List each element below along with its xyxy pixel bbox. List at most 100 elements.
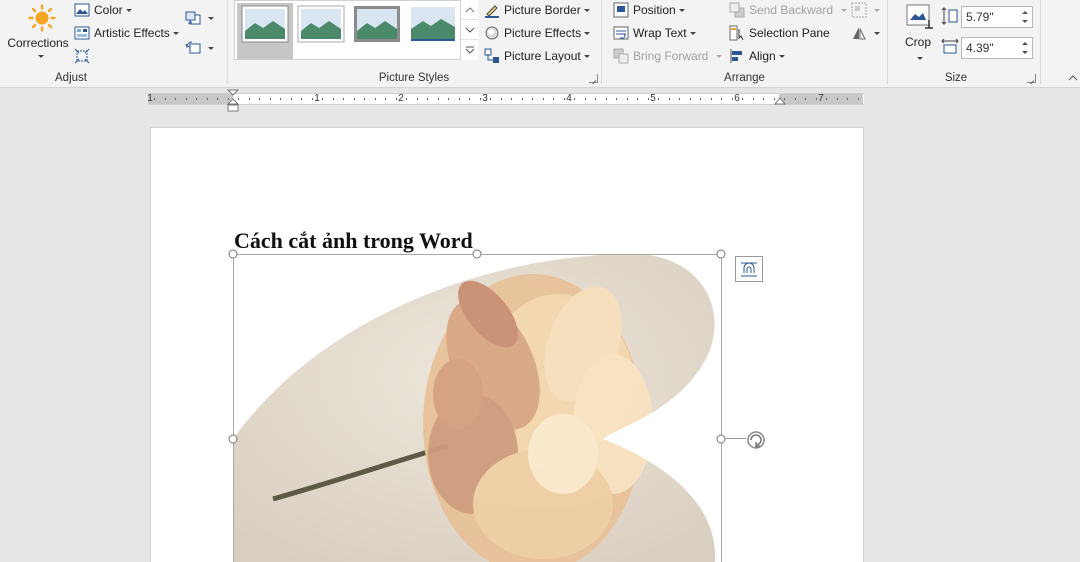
send-backward-label: Send Backward: [749, 3, 834, 17]
gallery-scroll-down[interactable]: [461, 20, 478, 40]
chevron-down-icon: [38, 55, 44, 58]
document-heading[interactable]: Cách cắt ảnh trong Word: [234, 228, 473, 254]
ruler-tick: [175, 98, 176, 100]
picture-selection-frame: [233, 254, 722, 562]
resize-handle-top[interactable]: [472, 249, 482, 259]
reset-picture-button[interactable]: [185, 38, 214, 58]
crop-button[interactable]: Crop: [900, 2, 936, 64]
ruler-tick: [805, 98, 806, 100]
group-objects-button[interactable]: [851, 0, 880, 20]
picture-effects-icon: [484, 25, 500, 41]
color-button[interactable]: Color: [74, 0, 132, 20]
selection-pane-button[interactable]: Selection Pane: [729, 23, 830, 43]
ruler-tick: [332, 98, 334, 100]
rotate-handle-connector: [726, 438, 746, 439]
ruler-tick: [395, 98, 397, 100]
chevron-down-icon: [874, 8, 880, 12]
spinner-arrows-icon[interactable]: [1022, 9, 1030, 25]
ruler-tick: [595, 98, 596, 100]
ruler-tick: [574, 98, 575, 100]
ruler-tick: [710, 98, 712, 100]
ruler-tick: [280, 98, 281, 100]
layout-options-button[interactable]: [735, 256, 763, 282]
change-picture-button[interactable]: [185, 8, 214, 28]
picture-layout-button[interactable]: Picture Layout: [484, 46, 590, 66]
ruler-tick: [721, 98, 722, 100]
chevron-down-icon: [778, 54, 785, 58]
chevron-down-icon: [583, 54, 590, 58]
ruler-tick: [217, 98, 218, 100]
align-icon: [729, 48, 745, 64]
bring-forward-icon: [613, 48, 629, 64]
bring-forward-label: Bring Forward: [633, 49, 709, 63]
indent-marker-icon[interactable]: [227, 89, 239, 113]
height-spinner[interactable]: 5.79": [961, 6, 1033, 28]
right-indent-marker-icon[interactable]: [774, 97, 786, 107]
ruler-tick: [763, 98, 764, 100]
resize-handle-top-left[interactable]: [228, 249, 238, 259]
gallery-scroll: [460, 0, 478, 60]
ruler-tick: [164, 98, 166, 100]
ruler-tick: [637, 98, 638, 100]
ruler-tick: [427, 98, 428, 100]
chevron-down-icon: [678, 8, 685, 12]
ruler-tick: [616, 98, 617, 100]
sun-icon: [28, 4, 56, 32]
ruler-tick: [458, 98, 460, 100]
ruler-tick: [259, 98, 260, 100]
resize-handle-top-right[interactable]: [716, 249, 726, 259]
crop-icon: [906, 4, 933, 29]
bring-forward-button[interactable]: Bring Forward: [613, 46, 723, 66]
wrap-text-button[interactable]: Wrap Text: [613, 23, 696, 43]
picture-effects-button[interactable]: Picture Effects: [484, 23, 591, 43]
width-spinner[interactable]: 4.39": [961, 37, 1033, 59]
height-value: 5.79": [966, 10, 994, 24]
resize-handle-right[interactable]: [716, 434, 726, 444]
chevron-down-icon: [125, 8, 132, 12]
corrections-button[interactable]: Corrections: [4, 0, 72, 66]
collapse-ribbon-icon[interactable]: [1068, 74, 1078, 81]
ruler-tick: [343, 98, 344, 100]
resize-handle-left[interactable]: [228, 434, 238, 444]
ruler-tick: [448, 98, 449, 100]
picture-style-1[interactable]: [241, 5, 289, 43]
chevron-down-icon: [716, 54, 723, 58]
ruler-tick: [815, 98, 817, 100]
ruler-tick: [406, 98, 407, 100]
picture-border-button[interactable]: Picture Border: [484, 0, 590, 20]
gallery-more-button[interactable]: [461, 40, 478, 60]
width-value: 4.39": [966, 41, 994, 55]
rotate-handle-icon[interactable]: [745, 429, 767, 451]
ruler-tick: [563, 98, 565, 100]
picture-styles-dialog-launcher[interactable]: [589, 74, 598, 83]
position-button[interactable]: Position: [613, 0, 685, 20]
chevron-down-icon: [172, 31, 179, 35]
chevron-down-icon: [208, 46, 214, 50]
horizontal-ruler: 1 1 2 3 4 5 6 7: [147, 93, 864, 105]
picture-border-label: Picture Border: [504, 3, 581, 17]
ruler-tick: [290, 98, 292, 100]
selection-pane-label: Selection Pane: [749, 26, 830, 40]
ruler-tick: [689, 98, 691, 100]
picture-style-4[interactable]: [409, 5, 457, 43]
artistic-effects-button[interactable]: Artistic Effects: [74, 23, 179, 43]
send-backward-button[interactable]: Send Backward: [729, 0, 848, 20]
transparency-button[interactable]: [74, 46, 94, 66]
ruler-tick: [479, 98, 481, 100]
ruler-tick: [206, 98, 208, 100]
ruler-number: 6: [734, 93, 740, 104]
gallery-scroll-up[interactable]: [461, 0, 478, 20]
ruler-tick: [364, 98, 365, 100]
ruler-tick: [731, 98, 733, 100]
spinner-arrows-icon[interactable]: [1022, 40, 1030, 56]
picture-style-2[interactable]: [297, 5, 345, 43]
rotate-objects-button[interactable]: [851, 23, 880, 43]
align-button[interactable]: Align: [729, 46, 785, 66]
ruler-tick: [374, 98, 376, 100]
picture-style-3[interactable]: [353, 5, 401, 43]
size-dialog-launcher[interactable]: [1027, 74, 1036, 83]
ruler-tick: [385, 98, 386, 100]
chevron-down-icon: [465, 27, 474, 33]
picture-styles-gallery: [234, 0, 478, 60]
selection-pane-icon: [729, 25, 745, 41]
